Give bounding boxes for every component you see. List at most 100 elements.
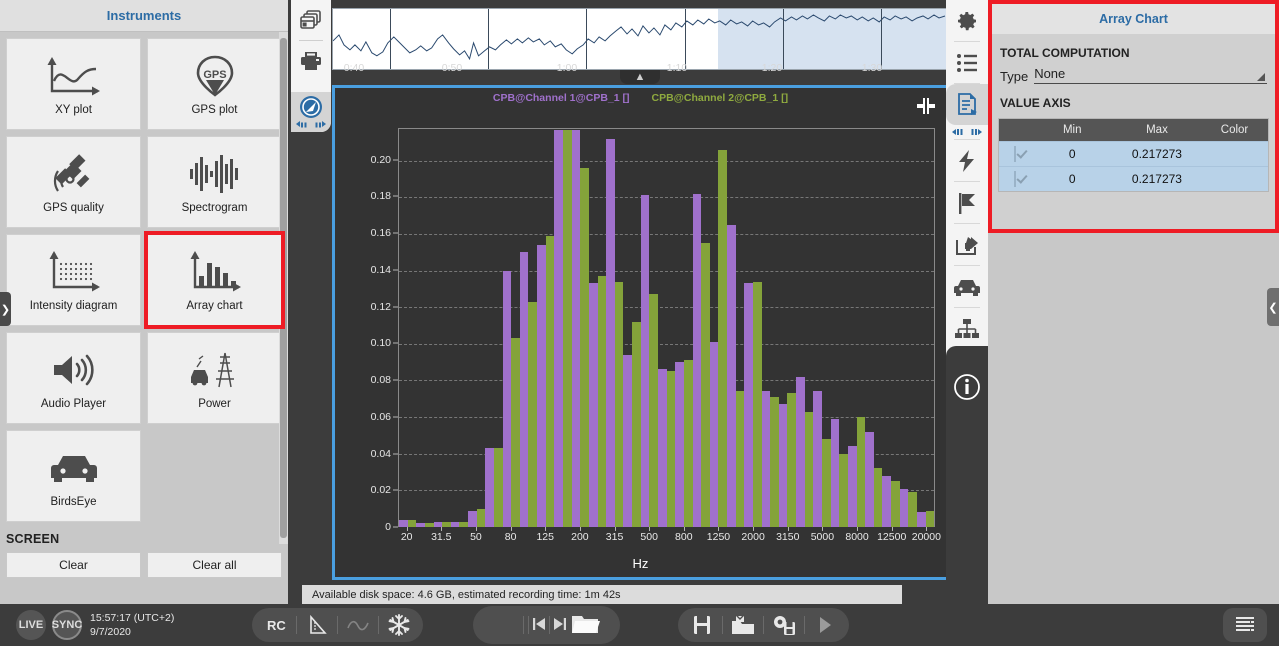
- bar-series-1: [554, 129, 564, 527]
- bar-series-2: [511, 338, 520, 527]
- prev-icon[interactable]: [531, 617, 547, 634]
- bar-series-1: [675, 362, 684, 527]
- checkbox[interactable]: [1014, 146, 1017, 162]
- collapse-arrows-icon[interactable]: [912, 93, 940, 119]
- instrument-tile-gps-quality[interactable]: GPS quality: [6, 136, 141, 228]
- row-min-value: 0: [1068, 147, 1076, 161]
- bar-series-1: [882, 475, 892, 527]
- sync-button[interactable]: SYNC: [52, 610, 82, 640]
- flag-icon[interactable]: [946, 182, 988, 223]
- snowflake-icon[interactable]: [381, 610, 417, 640]
- instrument-tile-array-chart[interactable]: Array chart: [144, 231, 285, 329]
- x-axis-tick: [441, 527, 443, 531]
- document-icon-pager[interactable]: [946, 125, 988, 139]
- instrument-tile-spectrogram[interactable]: Spectrogram: [147, 136, 282, 228]
- type-dropdown[interactable]: None: [1034, 64, 1267, 84]
- navigate-icon[interactable]: [291, 92, 331, 132]
- right-panel-collapse-handle[interactable]: ❮: [1267, 288, 1279, 326]
- bar-group: [744, 129, 762, 527]
- share-icon[interactable]: [946, 224, 988, 265]
- bar-group: [502, 129, 520, 527]
- info-icon[interactable]: [946, 366, 988, 407]
- car-icon[interactable]: [946, 266, 988, 307]
- instruments-grid: XY plot GPS GPS plot GPS quality Spectro…: [0, 32, 288, 522]
- multi-display-icon[interactable]: [294, 0, 328, 40]
- bar-series-2: [649, 294, 658, 527]
- x-axis-tick-label: 80: [504, 531, 517, 543]
- list-icon[interactable]: [946, 42, 988, 83]
- overview-collapse-chevron[interactable]: ▲: [620, 70, 660, 84]
- rc-button[interactable]: RC: [258, 610, 294, 640]
- overview-waveform[interactable]: [332, 8, 949, 70]
- divider: [804, 616, 806, 634]
- bar-series-1: [537, 244, 546, 527]
- play-icon[interactable]: [807, 610, 843, 640]
- bar-series-2: [701, 243, 710, 527]
- folder-icon[interactable]: [570, 612, 616, 639]
- live-button[interactable]: LIVE: [16, 610, 46, 640]
- gear-icon[interactable]: [946, 0, 988, 41]
- triangle-ruler-icon[interactable]: [299, 610, 335, 640]
- sitemap-icon[interactable]: [946, 308, 988, 349]
- bar-group: [640, 129, 658, 527]
- waveform-icon[interactable]: [340, 610, 376, 640]
- bar-series-1: [744, 283, 753, 527]
- instrument-tile-gps-plot[interactable]: GPS GPS plot: [147, 38, 282, 130]
- save-settings-icon[interactable]: [766, 610, 802, 640]
- x-axis-tick: [579, 527, 581, 531]
- x-axis-tick: [753, 527, 755, 531]
- x-axis-tick: [857, 527, 859, 531]
- bar-series-1: [571, 129, 581, 527]
- x-axis-tick: [926, 527, 928, 531]
- x-axis-tick: [406, 527, 408, 531]
- table-row[interactable]: 0 0.217273: [999, 141, 1268, 166]
- list-view-icon[interactable]: [1227, 610, 1263, 640]
- legend-entry-channel-1: CPB@Channel 1@CPB_1 []: [492, 92, 630, 104]
- x-axis-tick: [787, 527, 789, 531]
- y-axis-tick-label: 0.12: [370, 300, 391, 313]
- instrument-tile-audio-player[interactable]: Audio Player: [6, 332, 141, 424]
- bar-group: [537, 129, 555, 527]
- overview-time-label: 1:00: [556, 62, 578, 74]
- clear-all-button[interactable]: Clear all: [147, 552, 282, 578]
- bar-series-1: [692, 193, 702, 527]
- overview-time-label: 1:20: [761, 62, 783, 74]
- array-chart-widget[interactable]: CPB@Channel 1@CPB_1 [] CPB@Channel 2@CPB…: [332, 85, 949, 580]
- divider: [549, 616, 551, 634]
- bar-group: [796, 129, 814, 527]
- y-axis-tick-label: 0.02: [370, 484, 391, 497]
- bar-series-2: [614, 281, 624, 527]
- bar-series-2: [493, 448, 503, 527]
- instrument-tile-intensity-diagram[interactable]: Intensity diagram: [6, 234, 141, 326]
- print-icon[interactable]: [294, 41, 328, 81]
- instrument-tile-empty: [147, 430, 282, 522]
- chart-x-axis: 20 31.5 50 80 125 200 315 500 800 1250 2000 3150 500…: [398, 527, 941, 549]
- clear-button[interactable]: Clear: [6, 552, 141, 578]
- bar-series-2: [580, 167, 589, 527]
- instrument-tile-birdseye[interactable]: BirdsEye: [6, 430, 141, 522]
- save-icon[interactable]: [684, 610, 720, 640]
- next-icon[interactable]: [552, 617, 568, 634]
- lightning-icon[interactable]: [946, 140, 988, 181]
- document-icon[interactable]: [946, 84, 988, 125]
- y-axis-tick-label: 0.04: [370, 447, 391, 460]
- bar-series-2: [856, 417, 866, 527]
- chart-x-axis-title: Hz: [632, 556, 649, 571]
- chart-legend: CPB@Channel 1@CPB_1 [] CPB@Channel 2@CPB…: [335, 92, 946, 104]
- type-label: Type: [1000, 69, 1029, 84]
- x-axis-tick: [614, 527, 616, 531]
- chart-plot-area: [398, 128, 935, 527]
- instrument-tile-power[interactable]: Power: [147, 332, 282, 424]
- row-checkbox-cell[interactable]: [999, 146, 1032, 162]
- app-root: Instruments XY plot GPS GPS plot GPS qua…: [0, 0, 1279, 646]
- instrument-tile-xy-plot[interactable]: XY plot: [6, 38, 141, 130]
- left-panel-collapse-handle[interactable]: ❯: [0, 292, 11, 326]
- overview-time-label: 0:50: [441, 62, 463, 74]
- checkbox[interactable]: [1014, 171, 1017, 187]
- clock-display: 15:57:17 (UTC+2) 9/7/2020: [90, 611, 174, 639]
- right-panel-background: [988, 233, 1279, 604]
- save-open-icon[interactable]: [725, 610, 761, 640]
- row-checkbox-cell[interactable]: [999, 171, 1032, 187]
- x-axis-tick-label: 315: [605, 531, 624, 543]
- table-row[interactable]: 0 0.217273: [999, 166, 1268, 191]
